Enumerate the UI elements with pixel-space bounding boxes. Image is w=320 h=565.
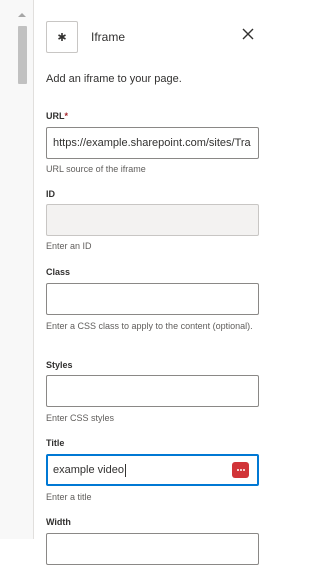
left-gutter — [0, 0, 34, 539]
styles-field[interactable] — [46, 375, 259, 407]
required-mark: * — [64, 111, 69, 121]
id-label: ID — [46, 189, 55, 199]
title-label: Title — [46, 438, 65, 448]
scroll-up-arrow-icon[interactable] — [18, 13, 26, 17]
styles-label: Styles — [46, 360, 73, 370]
url-label: URL* — [46, 111, 68, 121]
class-field[interactable] — [46, 283, 259, 315]
close-icon — [242, 28, 254, 40]
webpart-icon-box — [46, 21, 78, 53]
id-help-text: Enter an ID — [46, 241, 92, 251]
styles-help-text: Enter CSS styles — [46, 413, 115, 423]
url-field[interactable]: https://example.sharepoint.com/sites/Tra — [46, 127, 259, 159]
width-label: Width — [46, 517, 71, 527]
width-field[interactable] — [46, 533, 259, 565]
title-field[interactable]: example video — [46, 454, 259, 486]
url-field-value: https://example.sharepoint.com/sites/Tra — [53, 137, 251, 149]
scrollbar-thumb[interactable] — [18, 26, 27, 84]
password-manager-icon[interactable] — [232, 462, 249, 478]
title-field-value: example video — [53, 464, 124, 476]
class-help-text: Enter a CSS class to apply to the conten… — [46, 321, 253, 331]
class-label: Class — [46, 267, 71, 277]
panel-description: Add an iframe to your page. — [46, 73, 182, 85]
close-button[interactable] — [238, 24, 258, 44]
url-help-text: URL source of the iframe — [46, 164, 146, 174]
asterisk-icon — [58, 33, 66, 41]
url-label-text: URL — [46, 111, 65, 121]
text-caret — [124, 463, 126, 477]
title-help-text: Enter a title — [46, 492, 92, 502]
iframe-property-panel: Iframe Add an iframe to your page. URL* … — [35, 0, 274, 565]
id-field[interactable] — [46, 204, 259, 236]
panel-title: Iframe — [91, 30, 126, 44]
